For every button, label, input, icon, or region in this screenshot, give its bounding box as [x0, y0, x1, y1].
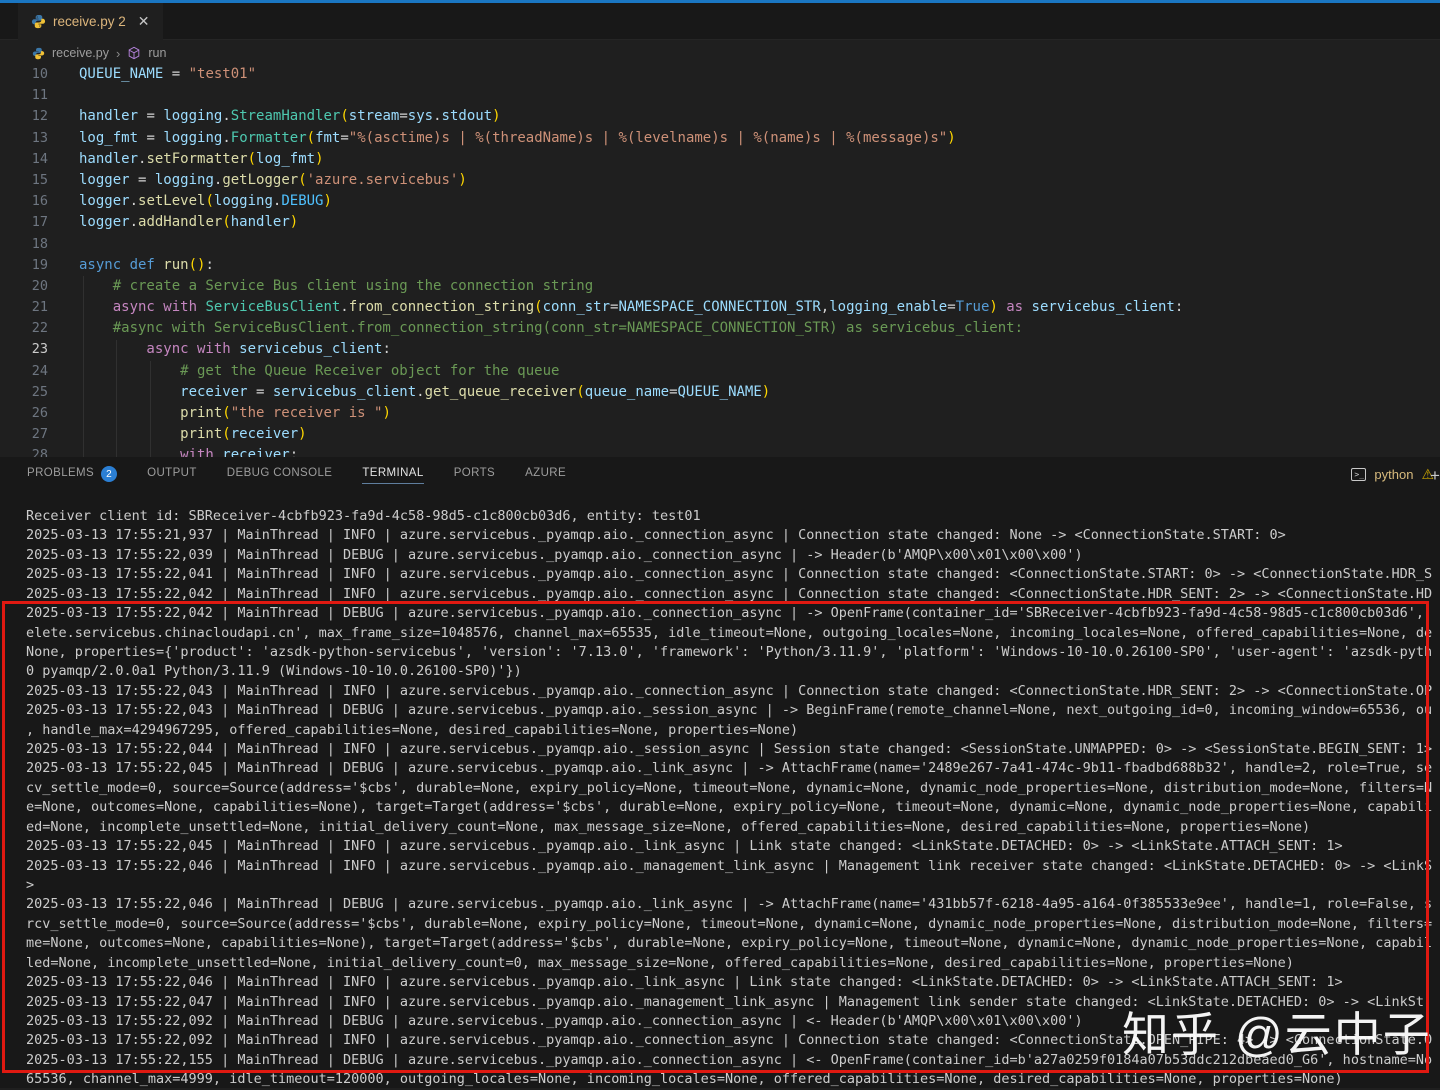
panel-tab-bar: PROBLEMS2 OUTPUT DEBUG CONSOLE TERMINAL PORT…	[0, 457, 1440, 494]
terminal-line-17: ed=None, incomplete_unsettled=None, init…	[26, 818, 1440, 837]
panel-tab-problems[interactable]: PROBLEMS2	[27, 466, 117, 485]
terminal-line-4: 2025-03-13 17:55:22,041 | MainThread | I…	[26, 565, 1440, 584]
terminal-line-16: e=None, outcomes=None, capabilities=None…	[26, 798, 1440, 817]
terminal-line-1: Receiver client id: SBReceiver-4cbfb923-…	[26, 507, 1440, 526]
tab-receive-py[interactable]: receive.py 2 ✕	[18, 3, 163, 40]
line-number: 11	[0, 85, 48, 106]
terminal-line-23: me=None, outcomes=None, capabilities=Non…	[26, 934, 1440, 953]
terminal-line-22: rcv_settle_mode=0, source=Source(address…	[26, 915, 1440, 934]
line-number: 16	[0, 191, 48, 212]
breadcrumb-symbol[interactable]: run	[148, 46, 166, 60]
terminal-line-9: 0 pyamqp/2.0.0a1 Python/3.11.9 (Windows-…	[26, 662, 1440, 681]
line-number: 27	[0, 424, 48, 445]
terminal-line-3: 2025-03-13 17:55:22,039 | MainThread | D…	[26, 546, 1440, 565]
terminal-line-19: 2025-03-13 17:55:22,046 | MainThread | I…	[26, 857, 1440, 876]
line-number: 17	[0, 212, 48, 233]
line-number: 21	[0, 297, 48, 318]
terminal-line-20: >	[26, 876, 1440, 895]
python-file-icon	[32, 47, 45, 60]
line-number: 23	[0, 339, 48, 360]
terminal-line-5: 2025-03-13 17:55:22,042 | MainThread | I…	[26, 585, 1440, 604]
code-line-18: 18	[0, 234, 1440, 255]
indent-guide	[116, 340, 117, 457]
line-number: 26	[0, 403, 48, 424]
code-line-12: 12handler = logging.StreamHandler(stream…	[0, 106, 1440, 127]
symbol-method-icon	[127, 46, 141, 60]
code-line-28: 28 with receiver:	[0, 445, 1440, 457]
line-number: 15	[0, 170, 48, 191]
terminal-line-18: 2025-03-13 17:55:22,045 | MainThread | I…	[26, 837, 1440, 856]
code-line-25: 25 receiver = servicebus_client.get_queu…	[0, 382, 1440, 403]
code-line-26: 26 print("the receiver is ")	[0, 403, 1440, 424]
tab-title: receive.py 2	[53, 14, 126, 29]
problems-count-badge: 2	[101, 466, 117, 482]
code-line-16: 16logger.setLevel(logging.DEBUG)	[0, 191, 1440, 212]
terminal-line-12: , handle_max=4294967295, offered_capabil…	[26, 721, 1440, 740]
line-number: 25	[0, 382, 48, 403]
terminal-line-10: 2025-03-13 17:55:22,043 | MainThread | I…	[26, 682, 1440, 701]
line-number: 20	[0, 276, 48, 297]
breadcrumb-file[interactable]: receive.py	[52, 46, 109, 60]
line-number: 18	[0, 234, 48, 255]
panel-tab-terminal[interactable]: TERMINAL	[362, 467, 423, 484]
terminal-session-controls[interactable]: >_ python ⚠	[1351, 466, 1434, 483]
code-line-22: 22 #async with ServiceBusClient.from_con…	[0, 318, 1440, 339]
terminal-line-6: 2025-03-13 17:55:22,042 | MainThread | D…	[26, 604, 1440, 623]
code-line-11: 11	[0, 85, 1440, 106]
code-editor[interactable]: 10QUEUE_NAME = "test01"1112handler = log…	[0, 64, 1440, 457]
terminal-line-7: elete.servicebus.chinacloudapi.cn', max_…	[26, 624, 1440, 643]
code-line-13: 13log_fmt = logging.Formatter(fmt="%(asc…	[0, 128, 1440, 149]
line-number: 14	[0, 149, 48, 170]
line-number: 28	[0, 445, 48, 457]
code-line-10: 10QUEUE_NAME = "test01"	[0, 64, 1440, 85]
terminal-line-8: None, properties={'product': 'azsdk-pyth…	[26, 643, 1440, 662]
terminal-line-30: 65536, channel_max=4999, idle_timeout=12…	[26, 1070, 1440, 1089]
line-number: 22	[0, 318, 48, 339]
terminal-line-15: cv_settle_mode=0, source=Source(address=…	[26, 779, 1440, 798]
panel-tab-debug-console[interactable]: DEBUG CONSOLE	[227, 467, 333, 484]
terminal-line-21: 2025-03-13 17:55:22,046 | MainThread | D…	[26, 895, 1440, 914]
panel-tab-ports[interactable]: PORTS	[454, 467, 495, 484]
terminal-line-2: 2025-03-13 17:55:21,937 | MainThread | I…	[26, 526, 1440, 545]
code-line-20: 20 # create a Service Bus client using t…	[0, 276, 1440, 297]
terminal-line-24: led=None, incomplete_unsettled=None, ini…	[26, 954, 1440, 973]
close-icon[interactable]: ✕	[138, 13, 150, 30]
code-line-19: 19async def run():	[0, 255, 1440, 276]
panel-tab-azure[interactable]: AZURE	[525, 467, 566, 484]
code-line-24: 24 # get the Queue Receiver object for t…	[0, 361, 1440, 382]
breadcrumb: receive.py › run	[0, 40, 1440, 66]
line-number: 19	[0, 255, 48, 276]
terminal-session-label[interactable]: python	[1374, 467, 1413, 482]
indent-guide	[83, 276, 84, 457]
code-line-14: 14handler.setFormatter(log_fmt)	[0, 149, 1440, 170]
editor-tab-bar: receive.py 2 ✕	[0, 3, 1440, 40]
terminal-line-11: 2025-03-13 17:55:22,043 | MainThread | D…	[26, 701, 1440, 720]
python-file-icon	[31, 14, 46, 29]
code-line-17: 17logger.addHandler(handler)	[0, 212, 1440, 233]
terminal-line-14: 2025-03-13 17:55:22,045 | MainThread | D…	[26, 759, 1440, 778]
code-line-23: 23 async with servicebus_client:	[0, 339, 1440, 360]
terminal-icon: >_	[1351, 468, 1366, 481]
new-terminal-button[interactable]: +	[1430, 466, 1440, 486]
watermark: 知乎 @云中子	[1122, 996, 1432, 1065]
code-line-27: 27 print(receiver)	[0, 424, 1440, 445]
chevron-right-icon: ›	[116, 46, 120, 61]
line-number: 10	[0, 64, 48, 85]
panel-tab-output[interactable]: OUTPUT	[147, 467, 197, 484]
code-line-21: 21 async with ServiceBusClient.from_conn…	[0, 297, 1440, 318]
terminal-line-13: 2025-03-13 17:55:22,044 | MainThread | I…	[26, 740, 1440, 759]
line-number: 24	[0, 361, 48, 382]
terminal-line-25: 2025-03-13 17:55:22,046 | MainThread | I…	[26, 973, 1440, 992]
line-number: 12	[0, 106, 48, 127]
line-number: 13	[0, 128, 48, 149]
vscode-window: { "window_tab": { "title": "receive.py 2…	[0, 0, 1440, 1088]
indent-guide	[150, 361, 151, 457]
code-line-15: 15logger = logging.getLogger('azure.serv…	[0, 170, 1440, 191]
